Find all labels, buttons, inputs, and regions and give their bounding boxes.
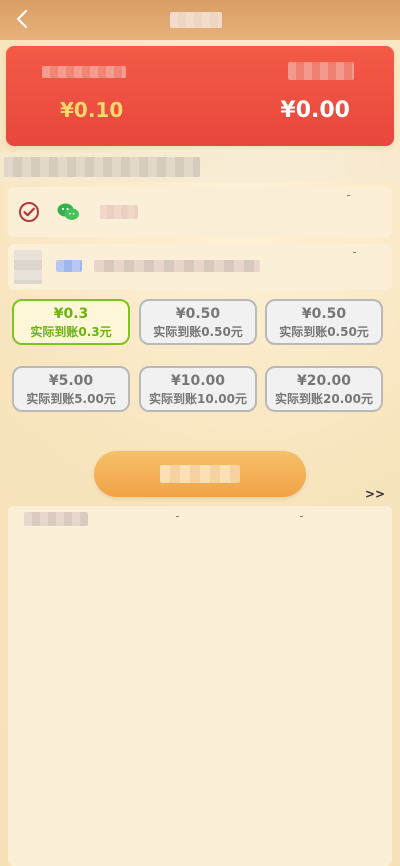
amount-value: ¥10.00 <box>170 372 226 389</box>
account-id-obscured <box>94 260 260 272</box>
amount-value: ¥20.00 <box>296 372 352 389</box>
withdraw-button[interactable] <box>94 451 306 497</box>
notes-title-obscured <box>24 512 88 526</box>
amount-option-1[interactable]: ¥0.3 实际到账0.3元 <box>12 299 130 345</box>
account-tag-obscured <box>56 260 82 272</box>
withdrawn-amount: ¥0.00 <box>280 98 350 123</box>
notice-strip <box>0 152 400 182</box>
decorative-dot <box>347 195 350 196</box>
avatar <box>14 250 42 284</box>
amount-actual: 实际到账5.00元 <box>26 391 116 406</box>
chevron-left-icon <box>16 9 28 29</box>
back-button[interactable] <box>12 8 34 30</box>
amount-actual: 实际到账0.50元 <box>279 324 369 339</box>
amount-value: ¥0.3 <box>53 305 89 322</box>
amount-option-2[interactable]: ¥0.50 实际到账0.50元 <box>139 299 257 345</box>
amount-option-4[interactable]: ¥5.00 实际到账5.00元 <box>12 366 130 412</box>
amount-option-6[interactable]: ¥20.00 实际到账20.00元 <box>265 366 383 412</box>
more-link[interactable]: >> <box>365 487 385 501</box>
amount-actual: 实际到账10.00元 <box>149 391 247 406</box>
wechat-label-obscured <box>100 205 138 219</box>
decorative-dot <box>300 516 303 517</box>
payout-method-wechat[interactable] <box>8 187 392 237</box>
amount-actual: 实际到账0.50元 <box>153 324 243 339</box>
check-circle-icon <box>18 201 40 223</box>
amount-option-5[interactable]: ¥10.00 实际到账10.00元 <box>139 366 257 412</box>
decorative-dot <box>353 252 356 253</box>
page-title-obscured <box>170 12 222 28</box>
notes-panel <box>8 506 392 866</box>
amount-value: ¥5.00 <box>48 372 94 389</box>
decorative-dot <box>176 516 179 517</box>
wechat-account-row <box>8 244 392 290</box>
balance-card: ¥0.10 ¥0.00 <box>6 46 394 146</box>
balance-amount: ¥0.10 <box>60 98 124 122</box>
amount-value: ¥0.50 <box>175 305 221 322</box>
notice-text-obscured <box>4 157 200 177</box>
balance-label-obscured <box>42 66 126 78</box>
withdrawn-label-obscured <box>288 62 354 80</box>
wechat-icon <box>56 201 80 223</box>
amount-option-3[interactable]: ¥0.50 实际到账0.50元 <box>265 299 383 345</box>
amount-value: ¥0.50 <box>301 305 347 322</box>
amount-actual: 实际到账0.3元 <box>30 324 112 339</box>
amount-actual: 实际到账20.00元 <box>275 391 373 406</box>
